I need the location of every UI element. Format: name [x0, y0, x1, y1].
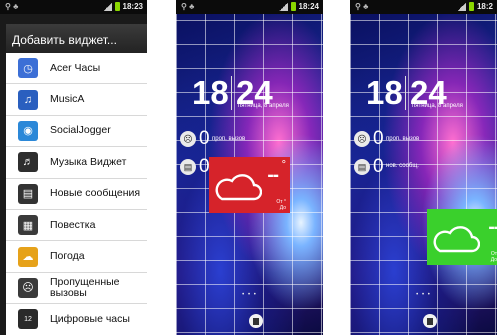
battery-icon [114, 2, 120, 11]
weather-icon: ☁ [18, 246, 38, 267]
cloud-icon [215, 174, 262, 201]
clock-divider [231, 76, 232, 110]
weather-to: До [490, 257, 497, 263]
music-note-icon: ♫ [18, 89, 38, 110]
social-jogger-icon: ◉ [18, 120, 38, 141]
weather-temperature: -- [267, 165, 279, 186]
missed-call-icon: ☹ [18, 277, 38, 298]
widget-list-item[interactable]: ♫ MusicA [6, 84, 147, 116]
widget-list-label: Пропущенные вызовы [50, 275, 120, 299]
status-bar: ⚲ ♣ 18:23 [0, 0, 147, 14]
message-label: нов. сообщ. [386, 163, 419, 169]
missed-call-icon: ☹ [354, 131, 370, 147]
missed-call-icon: ☹ [180, 131, 196, 147]
phone-screen-home-red: ⚲ ♣ 18:24 18 24 пятница, 8 апреля ☹ 0 пр… [176, 0, 323, 335]
message-count: 0 [373, 156, 384, 177]
weather-to: До [279, 205, 286, 211]
widget-list-item[interactable]: ▦ Повестка [6, 210, 147, 242]
calendar-icon: ▦ [18, 215, 38, 236]
signal-icon [456, 2, 466, 11]
message-icon: ▤ [180, 159, 196, 175]
widget-list-item[interactable]: ▤ Новые сообщения [6, 179, 147, 210]
widget-list-item[interactable]: ◷ Acer Часы [6, 53, 147, 85]
usb-icon: ⚲ ♣ [355, 2, 369, 11]
clock-divider [405, 76, 406, 110]
widget-list-item[interactable]: 12 Цифровые часы [6, 304, 147, 335]
weather-widget[interactable]: -- ° От ° До [209, 157, 290, 213]
battery-icon [468, 2, 474, 11]
add-widget-dialog: Добавить виджет... ◷ Acer Часы ♫ MusicA ◉ Soc… [6, 24, 147, 335]
widget-list-label: SocialJogger [50, 124, 111, 137]
clock-date: пятница, 8 апреля [238, 103, 289, 109]
widget-list-label: Повестка [50, 218, 96, 231]
weather-range: От ° До [276, 199, 286, 211]
trash-icon[interactable] [423, 314, 437, 328]
status-time: 18:24 [298, 2, 319, 11]
widget-list-item[interactable]: ☁ Погода [6, 241, 147, 273]
weather-range: От До [491, 251, 497, 263]
widget-list-label: Acer Часы [50, 61, 101, 74]
usb-icon: ⚲ ♣ [5, 2, 19, 11]
message-icon: ▤ [354, 159, 370, 175]
missed-call-label: проп. вызов [212, 136, 246, 142]
status-time: 18:23 [122, 2, 143, 11]
status-bar: ⚲ ♣ 18:2 [350, 0, 497, 14]
widget-list-item[interactable]: ♬ Музыка Виджет [6, 147, 147, 179]
clock-hour: 18 [192, 74, 229, 111]
widget-list-item[interactable]: ◉ SocialJogger [6, 116, 147, 148]
phone-screen-home-green: ⚲ ♣ 18:2 18 24 пятница, 8 апреля ☹ 0 про… [350, 0, 497, 335]
usb-icon: ⚲ ♣ [181, 2, 195, 11]
battery-icon [290, 2, 296, 11]
weather-degree: ° [281, 159, 286, 171]
dialog-title: Добавить виджет... [6, 24, 147, 53]
widget-list-item[interactable]: ☹ Пропущенные вызовы [6, 273, 147, 305]
music-widget-icon: ♬ [18, 152, 38, 173]
phone-screen-widget-picker: ⚲ ♣ 18:23 Добавить виджет... ◷ Acer Часы ♫… [0, 0, 147, 335]
status-time: 18:2 [476, 2, 493, 11]
status-bar: ⚲ ♣ 18:24 [176, 0, 323, 14]
widget-list-label: Цифровые часы [50, 312, 130, 325]
page-indicator: • • • [416, 292, 431, 298]
widget-list-label: MusicA [50, 93, 85, 106]
digital-clock-icon: 12 [18, 309, 38, 330]
widget-list-label: Новые сообщения [50, 187, 141, 200]
signal-icon [102, 2, 112, 11]
weather-temperature: -- [488, 217, 497, 238]
missed-call-label: проп. вызов [386, 136, 420, 142]
trash-icon[interactable] [249, 314, 263, 328]
missed-call-count: 0 [373, 128, 384, 149]
cloud-icon [433, 226, 480, 253]
missed-call-count: 0 [199, 128, 210, 149]
message-icon: ▤ [18, 183, 38, 204]
clock-date: пятница, 8 апреля [412, 103, 463, 109]
message-count: 0 [199, 156, 210, 177]
clock-hour: 18 [366, 74, 403, 111]
signal-icon [278, 2, 288, 11]
page-indicator: • • • [242, 292, 257, 298]
widget-list-label: Музыка Виджет [50, 155, 127, 168]
acer-clock-icon: ◷ [18, 58, 38, 79]
weather-widget[interactable]: -- ОтДо [427, 209, 497, 265]
widget-list-label: Погода [50, 250, 85, 263]
widget-list: ◷ Acer Часы ♫ MusicA ◉ SocialJogger ♬ Музыка Ви… [6, 53, 147, 335]
